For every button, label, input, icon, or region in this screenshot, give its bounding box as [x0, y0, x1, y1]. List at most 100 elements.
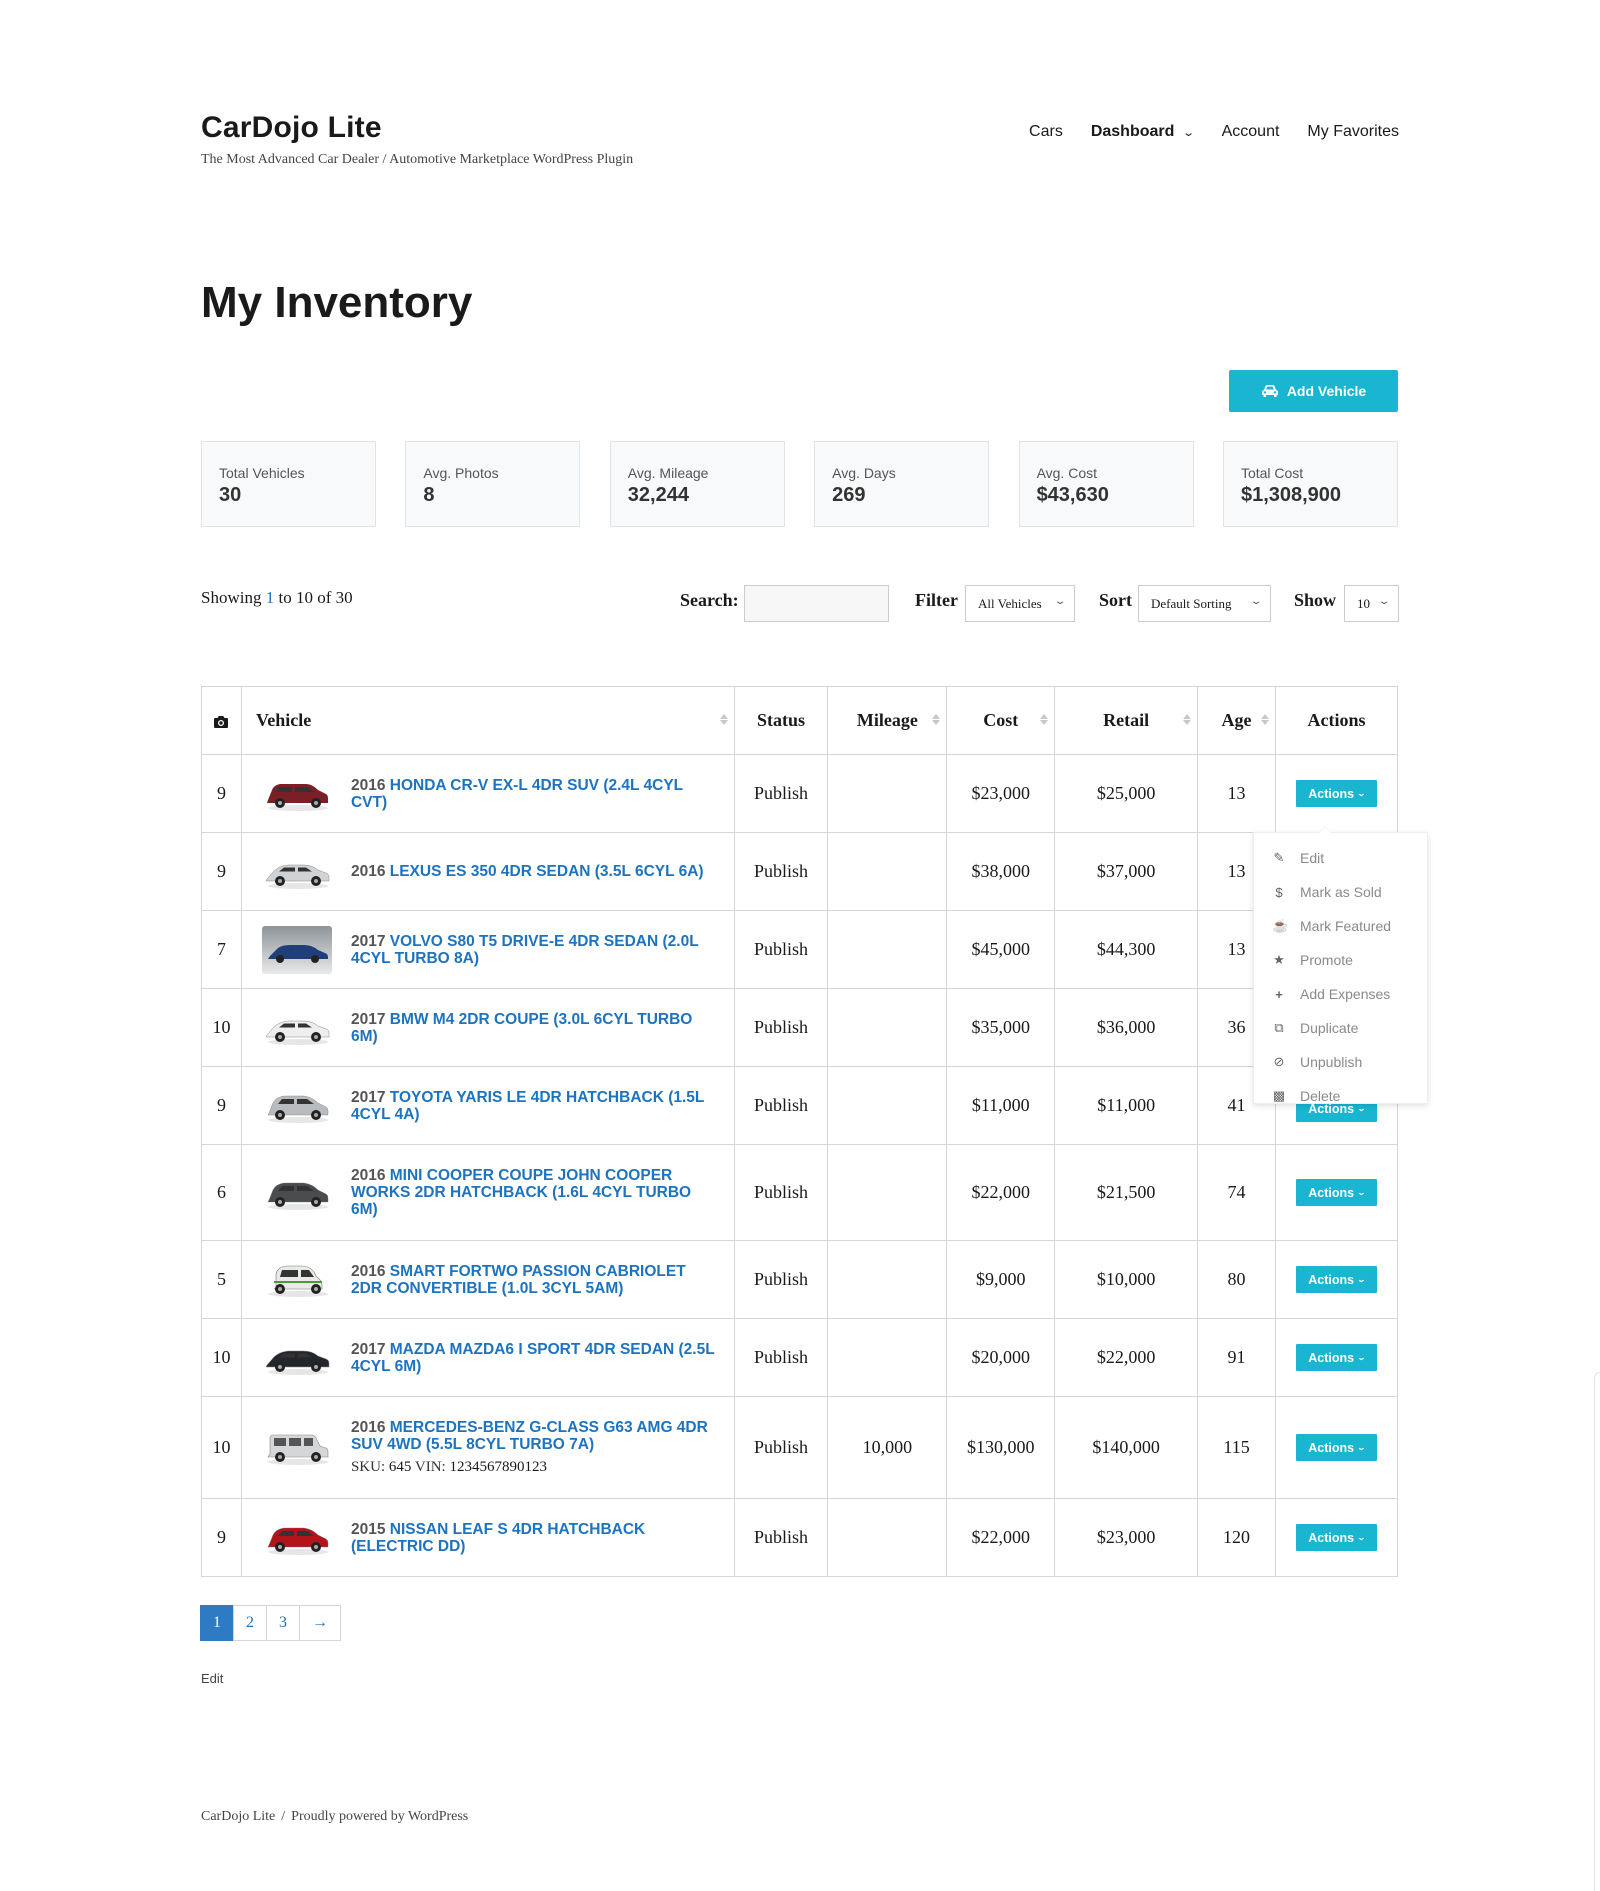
menu-item-promote[interactable]: ★ Promote — [1254, 943, 1427, 977]
site-title[interactable]: CarDojo Lite — [201, 111, 382, 145]
car-icon — [1261, 385, 1278, 397]
next-page-arrow-icon[interactable]: → — [299, 1605, 341, 1641]
chevron-down-icon: ⌄ — [1053, 596, 1067, 607]
stat-label: Total Cost — [1240, 465, 1304, 481]
actions-button[interactable]: Actions ⌄ — [1296, 1434, 1377, 1461]
vehicle-photo[interactable] — [262, 1004, 332, 1052]
sku-label: SKU: — [350, 1459, 386, 1475]
page-link[interactable]: 2 — [233, 1605, 267, 1641]
trophy-icon: ☕ — [1272, 918, 1289, 933]
filter-select[interactable]: All Vehicles ⌄ — [965, 585, 1075, 622]
photo-count: 6 — [201, 1144, 242, 1241]
retail-column-header[interactable]: Retail — [1054, 686, 1199, 755]
retail-cell: $36,000 — [1054, 988, 1199, 1067]
vehicle-name-link[interactable]: Lexus ES 350 4dr Sedan (3.5L 6cyl 6A) — [390, 863, 704, 880]
show-select[interactable]: 10 ⌄ — [1344, 585, 1399, 622]
actions-button[interactable]: Actions ⌄ — [1296, 780, 1377, 807]
cost-cell: $23,000 — [946, 754, 1056, 833]
photo-count: 7 — [201, 910, 242, 989]
retail-cell: $140,000 — [1054, 1396, 1199, 1499]
vehicle-year: 2016 — [350, 1167, 386, 1184]
vehicle-photo[interactable] — [262, 1424, 332, 1472]
menu-item-mark-featured[interactable]: ☕ Mark Featured — [1254, 909, 1427, 943]
photos-column-header[interactable] — [201, 686, 242, 755]
table-row: 7 2017 Volvo S80 T5 Drive-E 4dr Sedan (2.… — [201, 910, 1398, 989]
actions-button[interactable]: Actions ⌄ — [1296, 1179, 1377, 1206]
menu-item-label: Mark as Sold — [1300, 884, 1382, 900]
vehicle-cell: 2016 Honda CR-V EX-L 4dr SUV (2.4L 4cyl … — [240, 754, 735, 833]
cost-cell: $38,000 — [946, 832, 1056, 911]
menu-item-edit[interactable]: ✎ Edit — [1254, 841, 1427, 875]
menu-item-duplicate[interactable]: ⧉ Duplicate — [1254, 1011, 1427, 1045]
vehicle-name-link[interactable]: Mazda MAZDA6 i Sport 4dr Sedan (2.5L 4cy… — [351, 1341, 714, 1375]
copy-icon: ⧉ — [1274, 1020, 1284, 1035]
pencil-icon: ✎ — [1273, 850, 1285, 865]
actions-button-label: Actions — [1308, 1350, 1355, 1365]
nav-item-account[interactable]: Account — [1222, 123, 1280, 141]
sort-icon — [1261, 714, 1269, 725]
scrollbar[interactable] — [1594, 1372, 1600, 1891]
menu-item-mark-as-sold[interactable]: $ Mark as Sold — [1254, 875, 1427, 909]
vehicle-photo[interactable] — [261, 925, 332, 974]
vehicle-name-link[interactable]: Nissan LEAF S 4dr Hatchback (Electric DD… — [351, 1521, 645, 1555]
vehicle-photo[interactable] — [262, 848, 332, 896]
vehicle-photo[interactable] — [262, 1514, 332, 1562]
filter-label: Filter — [915, 590, 958, 610]
menu-item-delete[interactable]: ▩ Delete — [1254, 1079, 1427, 1113]
age-column-header[interactable]: Age — [1197, 686, 1276, 755]
vehicle-year: 2016 — [350, 776, 386, 794]
edit-page-link[interactable]: Edit — [201, 1671, 223, 1686]
vehicle-title: 2016 smart fortwo passion Cabriolet 2dr … — [351, 1263, 734, 1297]
menu-item-label: Delete — [1300, 1088, 1341, 1104]
search-input[interactable] — [744, 585, 889, 622]
mileage-column-header[interactable]: Mileage — [827, 686, 948, 755]
vehicle-photo[interactable] — [262, 1334, 332, 1382]
table-row: 6 2016 MINI Cooper Coupe John Cooper Work… — [201, 1144, 1398, 1241]
cost-column-header[interactable]: Cost — [946, 686, 1056, 755]
vehicle-photo[interactable] — [262, 1256, 332, 1304]
stat-card: Avg. Photos 8 — [405, 441, 581, 527]
age-cell: 80 — [1197, 1240, 1276, 1319]
vehicle-column-header[interactable]: Vehicle — [240, 686, 735, 755]
actions-button[interactable]: Actions ⌄ — [1296, 1266, 1377, 1293]
page-link-current[interactable]: 1 — [200, 1605, 234, 1641]
actions-button[interactable]: Actions ⌄ — [1296, 1524, 1377, 1551]
vehicle-year: 2017 — [350, 1010, 386, 1028]
vehicle-photo[interactable] — [262, 770, 332, 818]
footer-powered-link[interactable]: Proudly powered by WordPress — [291, 1809, 468, 1824]
add-vehicle-button[interactable]: Add Vehicle — [1229, 370, 1398, 412]
vehicle-name-link[interactable]: MINI Cooper Coupe John Cooper Works 2dr … — [351, 1167, 691, 1218]
actions-button[interactable]: Actions ⌄ — [1296, 1344, 1377, 1371]
sort-icon — [1183, 714, 1192, 725]
vehicle-photo[interactable] — [262, 1169, 332, 1217]
vin-value: 1234567890123 — [449, 1459, 547, 1475]
vehicle-cell: 2016 MINI Cooper Coupe John Cooper Works… — [240, 1144, 735, 1241]
nav-item-dashboard[interactable]: Dashboard ⌄ — [1090, 123, 1196, 141]
vehicle-name-link[interactable]: Toyota Yaris LE 4dr Hatchback (1.5L 4cyl… — [351, 1089, 704, 1123]
vehicle-year: 2017 — [350, 1340, 386, 1358]
nav-item-my-favorites[interactable]: My Favorites — [1307, 123, 1399, 141]
status-cell: Publish — [733, 1396, 829, 1499]
sort-select[interactable]: Default Sorting ⌄ — [1138, 585, 1271, 622]
nav-item-cars[interactable]: Cars — [1029, 123, 1063, 141]
vehicle-name-link[interactable]: smart fortwo passion Cabriolet 2dr Conve… — [351, 1263, 686, 1297]
vehicle-year: 2015 — [350, 1520, 386, 1538]
vehicle-name-link[interactable]: Mercedes-Benz G-Class G63 AMG 4dr SUV 4W… — [351, 1419, 708, 1453]
footer-site-link[interactable]: CarDojo Lite — [201, 1809, 275, 1824]
table-row: 9 2016 Honda CR-V EX-L 4dr SUV (2.4L 4cyl… — [201, 754, 1398, 833]
nav-item-dashboard-label: Dashboard — [1090, 123, 1175, 140]
stat-value: 8 — [423, 484, 435, 506]
vehicle-name-link[interactable]: Honda CR-V EX-L 4dr SUV (2.4L 4cyl CVT) — [351, 777, 683, 811]
vehicle-name-link[interactable]: Volvo S80 T5 Drive-E 4dr Sedan (2.0L 4cy… — [351, 933, 698, 967]
vehicle-title: 2017 Mazda MAZDA6 i Sport 4dr Sedan (2.5… — [351, 1341, 734, 1375]
page-link[interactable]: 3 — [266, 1605, 300, 1641]
vehicle-name-link[interactable]: BMW M4 2dr Coupe (3.0L 6cyl Turbo 6M) — [351, 1011, 692, 1045]
dollar-icon: $ — [1275, 884, 1283, 900]
vehicle-photo[interactable] — [262, 1082, 332, 1130]
age-cell: 13 — [1197, 754, 1276, 833]
menu-item-add-expenses[interactable]: + Add Expenses — [1254, 977, 1427, 1011]
stat-value: 269 — [832, 484, 866, 506]
status-header-label: Status — [756, 710, 805, 730]
menu-item-unpublish[interactable]: ⊘ Unpublish — [1254, 1045, 1427, 1079]
table-row: 10 2017 BMW M4 2dr Coupe (3.0L 6cyl Turbo… — [201, 988, 1398, 1067]
